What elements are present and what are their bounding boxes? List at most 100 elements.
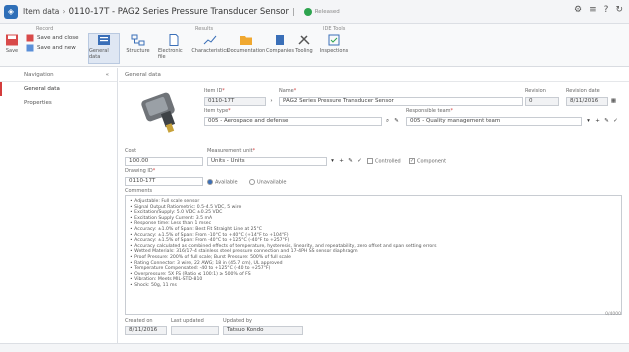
ribbon-group-results: Results [195, 26, 214, 32]
structure-button[interactable]: Structure [122, 34, 154, 54]
calendar-icon[interactable]: ▦ [609, 97, 618, 106]
inspection-icon [328, 34, 340, 46]
divider: | [292, 7, 295, 16]
file-icon [169, 34, 179, 46]
chart-icon [203, 35, 217, 45]
structure-label: Structure [126, 48, 150, 54]
general-data-button[interactable]: General data [88, 33, 120, 64]
general-data-label: General data [89, 48, 109, 60]
item-id-label: Item ID* [204, 88, 225, 94]
cost-field[interactable]: 100.00 [125, 157, 203, 166]
inspections-button[interactable]: Inspections [318, 34, 350, 54]
breadcrumb[interactable]: Item data [23, 7, 59, 16]
controlled-checkbox[interactable]: Controlled [367, 158, 401, 165]
search-icon[interactable]: ⌕ [383, 117, 392, 126]
title-bar: ◈ Item data › 0110-17T - PAG2 Series Pre… [0, 0, 629, 24]
checkbox-checked-icon: ✓ [409, 158, 415, 164]
cost-label: Cost [125, 148, 137, 154]
radio-selected-icon [207, 179, 213, 185]
sidebar-title: Navigation [24, 71, 54, 78]
save-close-button[interactable]: Save and close [26, 34, 79, 42]
item-type-field[interactable]: 005 - Aerospace and defense [204, 117, 382, 126]
chevron-down-icon[interactable]: ▾ [584, 117, 593, 126]
save-close-icon [26, 34, 34, 42]
save-button[interactable]: Save [0, 34, 24, 54]
uom-label: Measurement unit* [207, 148, 256, 154]
component-checkbox[interactable]: ✓ Component [409, 158, 446, 165]
revision-date-label: Revision date [566, 88, 600, 94]
save-label: Save [5, 48, 19, 54]
sidebar-item-general-data[interactable]: General data [0, 82, 117, 96]
edit-icon[interactable]: ✎ [602, 117, 611, 126]
comment-line: • Shock: 50g, 11 ms [130, 282, 177, 288]
save-new-icon [26, 44, 34, 52]
help-icon[interactable]: ? [604, 5, 609, 15]
page-title: 0110-17T - PAG2 Series Pressure Transduc… [68, 6, 290, 17]
item-type-label: Item type* [204, 108, 231, 114]
updated-by-label: Updated by [223, 318, 253, 324]
navigation-sidebar: Navigation « General data Properties [0, 68, 118, 343]
tooling-button[interactable]: Tooling [288, 34, 320, 54]
name-label: Name* [279, 88, 297, 94]
unavailable-radio[interactable]: Unavailable [249, 179, 286, 186]
section-title: General data [119, 68, 629, 82]
sidebar-item-label: Properties [24, 100, 52, 106]
item-id-field[interactable]: 0110-17T [204, 97, 266, 106]
main-panel: General data Item ID* 0110-17T › Name* P… [119, 68, 629, 343]
electronic-file-button[interactable]: Electronic file [158, 34, 190, 60]
radio-icon [249, 179, 255, 185]
save-new-label: Save and new [37, 45, 76, 51]
sidebar-item-label: General data [24, 86, 60, 92]
status-badge: Released [314, 8, 340, 15]
revision-label: Revision [525, 88, 546, 94]
structure-icon [131, 34, 145, 46]
save-close-label: Save and close [37, 35, 79, 41]
uom-select[interactable]: Units - Units [207, 157, 327, 166]
drawing-field[interactable]: 0110-17T [125, 177, 203, 186]
characteristics-button[interactable]: Characteristics [191, 34, 229, 54]
add-icon[interactable]: + [593, 117, 602, 126]
edit-icon[interactable]: ✎ [392, 117, 401, 126]
comments-textarea[interactable]: • Adjustable: Full scale sensor • Signal… [125, 195, 622, 315]
edit-icon[interactable]: ✎ [346, 157, 355, 166]
sensor-image [141, 92, 176, 133]
inspections-label: Inspections [319, 48, 349, 54]
tools-icon [298, 35, 310, 45]
sidebar-item-properties[interactable]: Properties [0, 96, 117, 110]
revision-date-field[interactable]: 8/11/2016 [566, 97, 608, 106]
updated-field [171, 326, 219, 335]
characteristics-label: Characteristics [191, 48, 229, 54]
next-id-icon[interactable]: › [267, 97, 276, 106]
settings-icon[interactable]: ⚙ [574, 5, 582, 15]
refresh-icon[interactable]: ↻ [615, 5, 623, 15]
available-radio[interactable]: Available [207, 179, 238, 186]
documentation-button[interactable]: Documentation [227, 34, 265, 54]
status-icon [303, 7, 312, 16]
add-icon[interactable]: + [337, 157, 346, 166]
tooling-label: Tooling [295, 48, 313, 54]
collapse-icon[interactable]: « [106, 72, 109, 78]
folder-icon [240, 36, 252, 45]
check-icon[interactable]: ✓ [611, 117, 620, 126]
ribbon-group-record: Record [36, 26, 54, 32]
updated-by-field: Tatsuo Kondo [223, 326, 303, 335]
chevron-down-icon[interactable]: ▾ [328, 157, 337, 166]
ribbon-group-ide: IDE Tools [323, 26, 346, 32]
revision-field: 0 [525, 97, 559, 106]
created-field: 8/11/2016 [125, 326, 167, 335]
name-field[interactable]: PAG2 Series Pressure Transducer Sensor [279, 97, 523, 106]
product-image[interactable] [129, 88, 192, 138]
form-icon [98, 35, 110, 45]
responsible-label: Responsible team* [406, 108, 454, 114]
app-logo-icon: ◈ [4, 4, 18, 19]
floppy-disk-icon [6, 34, 18, 46]
check-icon[interactable]: ✓ [355, 157, 364, 166]
created-label: Created on [125, 318, 153, 324]
building-icon [276, 35, 284, 45]
save-new-button[interactable]: Save and new [26, 44, 76, 52]
updated-label: Last updated [171, 318, 204, 324]
menu-icon[interactable]: ≡ [589, 5, 597, 15]
documentation-label: Documentation [226, 48, 266, 54]
responsible-select[interactable]: 005 - Quality management team [406, 117, 582, 126]
electronic-file-label: Electronic file [158, 48, 183, 60]
